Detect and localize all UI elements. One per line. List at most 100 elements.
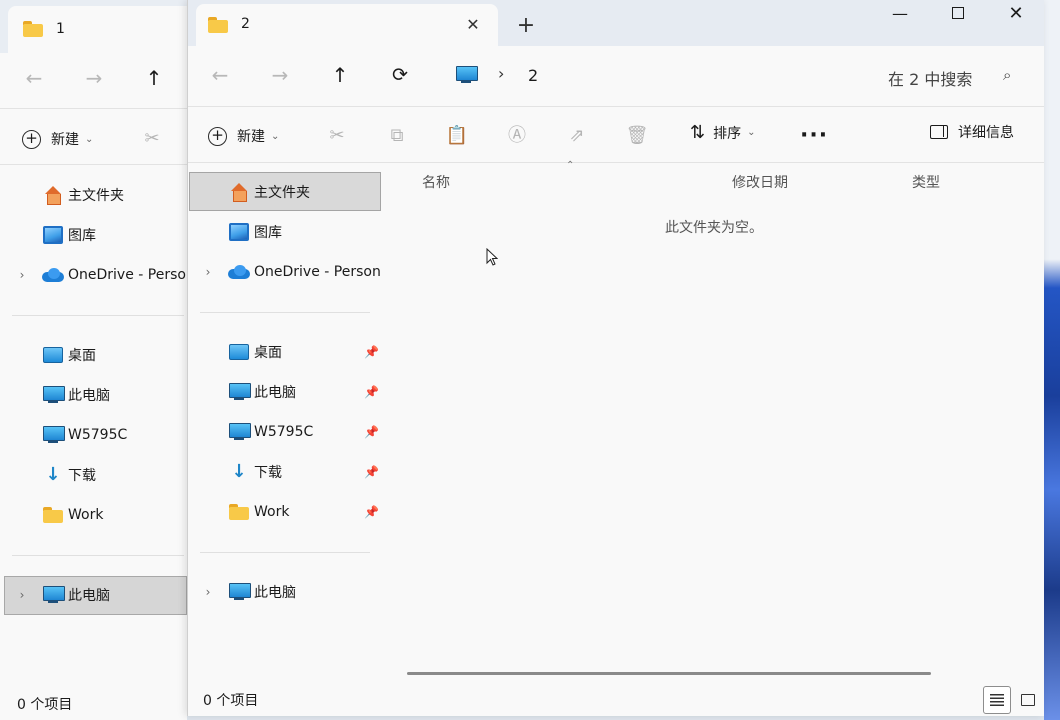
minimize-button[interactable]: — [871,0,929,30]
new-button-label: 新建 [51,132,79,148]
address-computer-icon[interactable] [456,66,478,84]
cut-icon[interactable]: ✂ [138,125,166,153]
pin-icon[interactable]: 📌 [364,465,379,479]
close-tab-icon[interactable]: ✕ [462,14,484,36]
nav-item-home[interactable]: 主文件夹 [42,175,124,215]
explorer-window-back: 1 ← → ↑ + 新建 ⌄ ✂ 主文件夹 图库 OneDrive - Pers… [0,0,187,720]
column-header-name[interactable]: 名称 [422,172,450,192]
cut-icon[interactable]: ✂ [323,122,351,150]
nav-item-label: 下载 [254,465,282,481]
search-icon[interactable]: ⌕ [1003,66,1011,84]
refresh-icon[interactable]: ⟳ [386,61,414,89]
gallery-icon [229,223,249,241]
nav-item-label: 此电脑 [254,385,296,401]
expand-chevron-icon[interactable]: › [8,261,36,289]
nav-item-onedrive[interactable]: OneDrive - Perso [42,255,187,295]
plus-icon: + [208,126,227,146]
nav-item-label: W5795C [68,427,128,443]
search-input[interactable]: 在 2 中搜索 [888,66,972,90]
nav-item-gallery[interactable]: 图库 [228,212,282,252]
expand-chevron-icon[interactable]: › [194,578,222,606]
download-icon: ↓ [231,461,247,482]
paste-icon[interactable]: 📋 [443,122,471,150]
forward-arrow-icon[interactable]: → [266,61,294,89]
forward-arrow-icon[interactable]: → [80,64,108,92]
nav-item-label: Work [68,507,104,523]
nav-item-label: 桌面 [68,348,96,364]
tab-folder-2[interactable]: 2 ✕ [196,4,498,46]
expand-chevron-icon[interactable]: › [194,258,222,286]
details-pane-button[interactable]: 详细信息 [930,122,1014,142]
breadcrumb-current-folder[interactable]: 2 [528,66,538,85]
desktop-icon [229,344,249,360]
onedrive-cloud-icon [228,265,250,279]
sort-button[interactable]: ⇅ 排序 ⌄ [690,122,755,143]
nav-item-this-pc-tree[interactable]: 此电脑 [42,575,110,615]
tab-folder-1[interactable]: 1 [8,6,187,53]
nav-item-downloads[interactable]: ↓ 下载 [42,455,96,495]
chevron-down-icon: ⌄ [271,130,280,142]
new-button[interactable]: + 新建 ⌄ [208,122,279,150]
rename-icon[interactable]: Ⓐ [503,122,531,150]
desktop-icon [43,347,63,363]
chevron-down-icon: ⌄ [747,127,756,138]
tiles-view-icon [1021,694,1035,706]
nav-item-gallery[interactable]: 图库 [42,215,96,255]
nav-item-w5795c[interactable]: W5795C [228,412,313,452]
nav-item-desktop[interactable]: 桌面 [42,335,96,375]
nav-item-label: 图库 [68,228,96,244]
nav-item-label: 桌面 [254,345,282,361]
pin-icon[interactable]: 📌 [364,385,379,399]
computer-icon [43,586,65,604]
home-icon [43,185,63,205]
nav-item-this-pc[interactable]: 此电脑 [42,375,110,415]
details-view-button[interactable] [983,686,1011,714]
more-options-icon[interactable]: ··· [800,122,828,150]
expand-chevron-icon[interactable]: › [8,581,36,609]
nav-item-home[interactable]: 主文件夹 [228,172,310,212]
nav-item-this-pc-tree[interactable]: 此电脑 [228,572,296,612]
column-header-type[interactable]: 类型 [912,172,940,192]
back-arrow-icon[interactable]: ← [206,61,234,89]
tab-strip: 1 [0,0,187,53]
pin-icon[interactable]: 📌 [364,505,379,519]
new-button[interactable]: + 新建 ⌄ [22,125,93,153]
horizontal-scrollbar[interactable] [407,672,931,675]
computer-icon [229,423,251,441]
nav-item-this-pc[interactable]: 此电脑 [228,372,296,412]
new-button-label: 新建 [237,129,265,145]
new-tab-plus-icon[interactable]: + [512,12,540,40]
nav-item-work[interactable]: Work [228,492,289,532]
sort-button-label: 排序 [713,125,742,142]
nav-item-w5795c[interactable]: W5795C [42,415,127,455]
mouse-cursor-icon [486,248,498,266]
nav-item-label: 图库 [254,225,282,241]
delete-icon[interactable]: 🗑 [623,122,651,150]
nav-item-label: 此电脑 [68,588,110,604]
nav-item-label: W5795C [254,424,314,440]
tiles-view-button[interactable] [1014,686,1042,714]
share-icon[interactable]: ⇗ [563,122,591,150]
column-header-date-modified[interactable]: 修改日期 [732,172,788,192]
onedrive-cloud-icon [42,268,64,282]
folder-icon [43,507,63,523]
computer-icon [229,383,251,401]
pin-icon[interactable]: 📌 [364,425,379,439]
pin-icon[interactable]: 📌 [364,345,379,359]
maximize-button[interactable] [929,0,987,30]
back-arrow-icon[interactable]: ← [20,64,48,92]
close-window-button[interactable]: ✕ [987,0,1044,30]
up-arrow-icon[interactable]: ↑ [326,61,354,89]
plus-icon: + [22,129,41,149]
copy-icon[interactable]: ⧉ [383,122,411,150]
nav-item-label: OneDrive - Perso [68,267,186,283]
home-icon [229,182,249,202]
breadcrumb-chevron-icon[interactable]: › [498,64,504,83]
up-arrow-icon[interactable]: ↑ [140,64,168,92]
nav-item-downloads[interactable]: ↓ 下载 [228,452,282,492]
nav-item-work[interactable]: Work [42,495,103,535]
nav-item-desktop[interactable]: 桌面 [228,332,282,372]
explorer-window-front: 2 ✕ + — ✕ ← → ↑ ⟳ › 2 在 2 中搜索 ⌕ + 新建 ⌄ ✂… [187,0,1044,716]
nav-item-onedrive[interactable]: OneDrive - Personal [228,252,381,292]
nav-item-label: OneDrive - Personal [254,264,381,280]
